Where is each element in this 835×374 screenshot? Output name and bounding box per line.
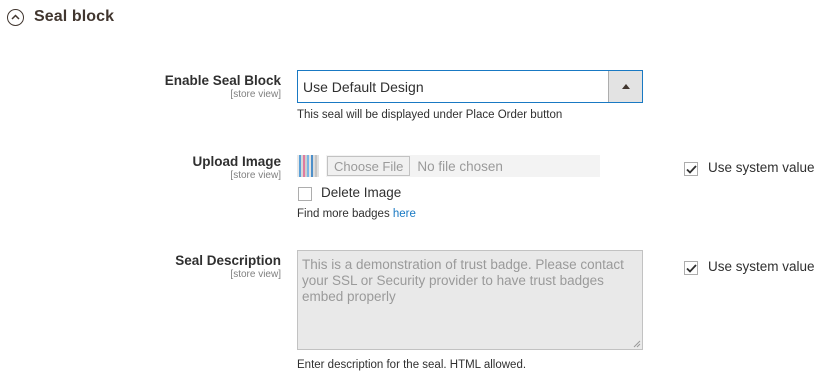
- upload-image-use-system-value-label: Use system value: [708, 160, 815, 175]
- seal-description-value: This is a demonstration of trust badge. …: [302, 257, 624, 304]
- seal-description-label: Seal Description: [175, 253, 281, 268]
- file-status-text: No file chosen: [417, 158, 503, 174]
- seal-description-scope: [store view]: [230, 269, 281, 280]
- enable-seal-block-label-group: Enable Seal Block [store view]: [165, 72, 281, 101]
- find-more-badges-link[interactable]: here: [393, 208, 416, 220]
- upload-image-use-system-value-checkbox[interactable]: [684, 162, 698, 176]
- find-more-badges-prefix: Find more badges: [297, 208, 393, 220]
- triangle-up-icon: [621, 84, 630, 89]
- delete-image-label: Delete Image: [321, 185, 402, 200]
- enable-seal-block-select[interactable]: Use Default Design: [297, 70, 643, 103]
- checkmark-icon: [685, 164, 697, 174]
- seal-description-textarea[interactable]: This is a demonstration of trust badge. …: [297, 250, 643, 350]
- enable-seal-block-label: Enable Seal Block: [164, 73, 281, 88]
- seal-description-label-group: Seal Description [store view]: [175, 252, 281, 281]
- delete-image-checkbox[interactable]: [298, 187, 312, 201]
- enable-seal-block-note: This seal will be displayed under Place …: [297, 109, 563, 121]
- choose-file-button[interactable]: Choose File: [327, 156, 411, 176]
- upload-image-scope: [store view]: [230, 170, 281, 181]
- enable-seal-block-scope: [store view]: [230, 89, 281, 100]
- checkmark-icon: [685, 263, 697, 273]
- file-upload-input[interactable]: Choose File No file chosen: [326, 155, 600, 177]
- upload-image-label: Upload Image: [192, 154, 281, 169]
- seal-description-note: Enter description for the seal. HTML all…: [297, 359, 527, 371]
- enable-seal-block-selected-value: Use Default Design: [303, 78, 424, 95]
- seal-description-use-system-value-checkbox[interactable]: [684, 261, 698, 275]
- find-more-badges-text: Find more badges here: [297, 208, 416, 220]
- resize-grip-icon[interactable]: [633, 340, 641, 348]
- chevron-up-circle-icon[interactable]: [7, 8, 24, 26]
- upload-image-label-group: Upload Image [store view]: [192, 153, 281, 182]
- seal-description-use-system-value-label: Use system value: [708, 259, 815, 274]
- section-toggle-seal-block[interactable]: Seal block: [7, 8, 114, 26]
- seal-image-thumbnail: [297, 155, 319, 177]
- select-arrow-button[interactable]: [608, 71, 642, 102]
- section-title: Seal block: [34, 8, 115, 25]
